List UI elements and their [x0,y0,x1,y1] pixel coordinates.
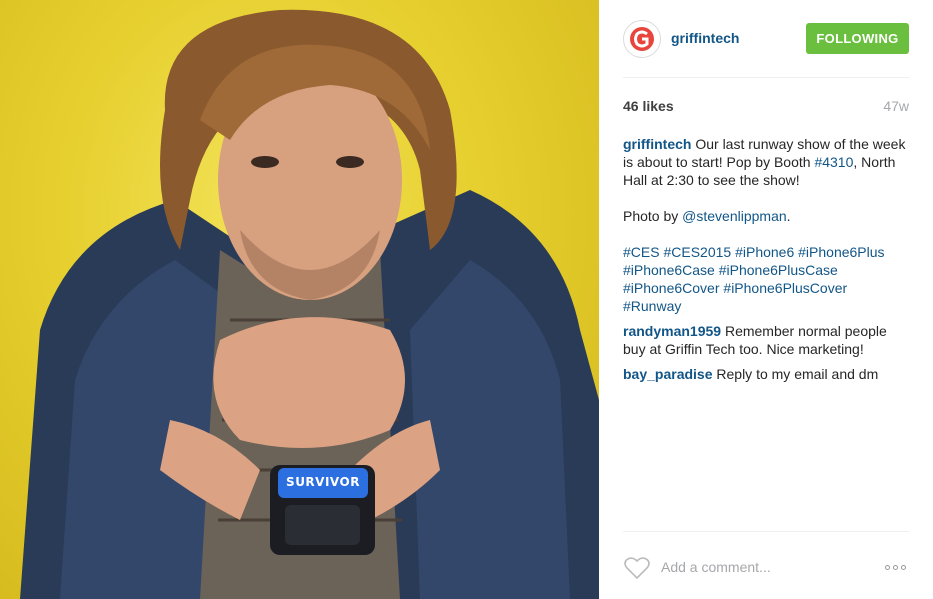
hashtag-list: #CES #CES2015 #iPhone6 #iPhone6Plus #iPho… [623,243,913,315]
heart-icon[interactable] [623,556,651,580]
post-caption: griffintech Our last runway show of the … [623,135,913,315]
add-comment-input[interactable] [661,555,871,579]
photo-by-period: . [786,208,791,224]
hashtag-iphone6[interactable]: #iPhone6 [735,244,794,260]
more-options-icon[interactable] [885,560,909,574]
likes-count[interactable]: 46 likes [623,98,674,114]
hashtag-ces2015[interactable]: #CES2015 [663,244,731,260]
hashtag-iphone6pluscover[interactable]: #iPhone6PlusCover [723,280,847,296]
hashtag-ces[interactable]: #CES [623,244,660,260]
comment-username[interactable]: randyman1959 [623,323,721,339]
comment-text: Reply to my email and dm [712,366,879,382]
comment-item: bay_paradise Reply to my email and dm [623,365,913,383]
hashtag-4310[interactable]: #4310 [814,154,853,170]
griffin-logo-icon [630,27,654,51]
hashtag-iphone6pluscase[interactable]: #iPhone6PlusCase [719,262,838,278]
comment-item: randyman1959 Remember normal people buy … [623,322,913,358]
post-footer [623,531,909,599]
post-author-username[interactable]: griffintech [671,30,739,46]
post-age[interactable]: 47w [883,98,909,114]
photo-by-text: Photo by [623,208,683,224]
following-button[interactable]: FOLLOWING [806,23,909,54]
caption-username[interactable]: griffintech [623,136,691,152]
hashtag-iphone6plus[interactable]: #iPhone6Plus [798,244,884,260]
post-details-panel: griffintech FOLLOWING 46 likes 47w griff… [599,0,933,599]
avatar[interactable] [623,20,661,58]
photographer-link[interactable]: @stevenlippman [682,208,787,224]
photo-illustration [20,9,599,599]
post-header: griffintech FOLLOWING [623,18,909,78]
post-photo[interactable]: SURVIVOR [0,0,599,599]
hashtag-iphone6cover[interactable]: #iPhone6Cover [623,280,720,296]
survivor-product-label: SURVIVOR [286,475,360,489]
hashtag-iphone6case[interactable]: #iPhone6Case [623,262,715,278]
comment-username[interactable]: bay_paradise [623,366,713,382]
hashtag-runway[interactable]: #Runway [623,298,681,314]
